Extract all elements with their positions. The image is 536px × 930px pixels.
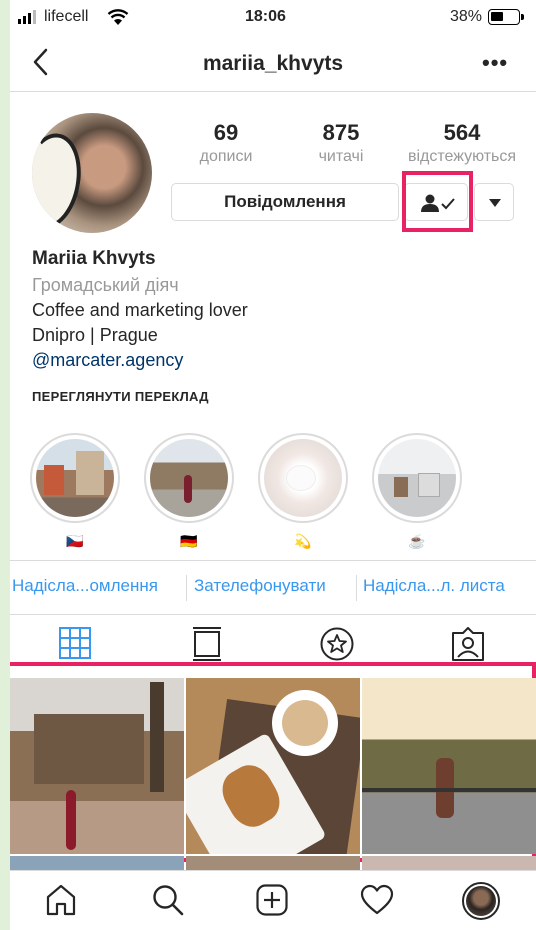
profile-category: Громадський діяч	[32, 275, 179, 295]
search-icon[interactable]	[152, 884, 184, 916]
section-divider	[10, 560, 536, 561]
add-post-icon[interactable]	[256, 884, 288, 916]
section-divider	[10, 614, 536, 615]
feed-icon[interactable]	[192, 627, 222, 661]
story-highlight-emoji: 💫	[294, 533, 312, 549]
story-highlight-emoji: ☕	[408, 533, 426, 549]
signal-icon	[18, 10, 36, 24]
grid-post[interactable]	[10, 678, 184, 854]
followers-count[interactable]: 875 читачі	[286, 120, 396, 166]
chevron-down-icon	[489, 199, 501, 207]
clock: 18:06	[245, 8, 286, 25]
following-count[interactable]: 564 відстежуються	[399, 120, 525, 166]
story-highlight[interactable]: 🇨🇿	[30, 433, 120, 553]
saved-icon[interactable]	[320, 627, 354, 661]
following-count-value: 564	[443, 120, 481, 145]
home-icon[interactable]	[46, 884, 76, 916]
bottom-navigation	[10, 870, 536, 930]
phone-screen: lifecell 18:06 38% mariia_khvyts ••• 69 …	[10, 0, 536, 930]
following-button-highlight	[402, 171, 473, 232]
profile-avatar[interactable]	[32, 113, 152, 233]
status-bar: lifecell 18:06 38%	[10, 0, 536, 36]
followers-count-label: читачі	[318, 148, 364, 165]
action-separator	[356, 575, 357, 601]
grid-icon[interactable]	[59, 627, 91, 659]
story-highlight-emoji: 🇩🇪	[180, 533, 198, 549]
profile-full-name: Mariia Khvyts	[32, 248, 156, 269]
followers-count-value: 875	[322, 120, 360, 145]
grid-post[interactable]	[186, 678, 360, 854]
posts-count[interactable]: 69 дописи	[171, 120, 281, 166]
battery-percentage: 38%	[450, 8, 483, 25]
suggested-dropdown-button[interactable]	[474, 183, 514, 221]
send-message-action[interactable]: Надісла...омлення	[12, 576, 158, 596]
wifi-icon	[107, 9, 129, 25]
carrier-name: lifecell	[44, 8, 89, 25]
bio-mention-link[interactable]: @marcater.agency	[32, 347, 183, 373]
battery-tip	[521, 14, 524, 20]
following-count-label: відстежуються	[407, 148, 517, 165]
call-action[interactable]: Зателефонувати	[194, 576, 326, 596]
activity-icon[interactable]	[360, 884, 394, 916]
bio-line-2: Dnipro | Prague	[32, 325, 158, 345]
battery-icon	[488, 9, 520, 25]
story-highlight[interactable]: 🇩🇪	[144, 433, 234, 553]
posts-count-label: дописи	[199, 148, 253, 165]
story-highlight[interactable]: ☕	[372, 433, 462, 553]
tagged-icon[interactable]	[451, 627, 485, 661]
avatar-hat-shape	[32, 128, 88, 233]
posts-count-value: 69	[213, 120, 239, 145]
grid-post[interactable]	[362, 678, 536, 854]
message-button[interactable]: Повідомлення	[171, 183, 399, 221]
action-separator	[186, 575, 187, 601]
profile-username: mariia_khvyts	[202, 52, 344, 75]
story-highlight[interactable]: 💫	[258, 433, 348, 553]
see-translation-link[interactable]: ПЕРЕГЛЯНУТИ ПЕРЕКЛАД	[32, 389, 209, 404]
profile-icon[interactable]	[462, 882, 500, 920]
story-highlight-emoji: 🇨🇿	[66, 533, 84, 549]
profile-header: mariia_khvyts •••	[10, 38, 536, 92]
send-email-action[interactable]: Надісла...л. листа	[363, 576, 505, 596]
more-options-icon[interactable]: •••	[482, 50, 508, 76]
bio-line-1: Coffee and marketing lover	[32, 300, 248, 320]
